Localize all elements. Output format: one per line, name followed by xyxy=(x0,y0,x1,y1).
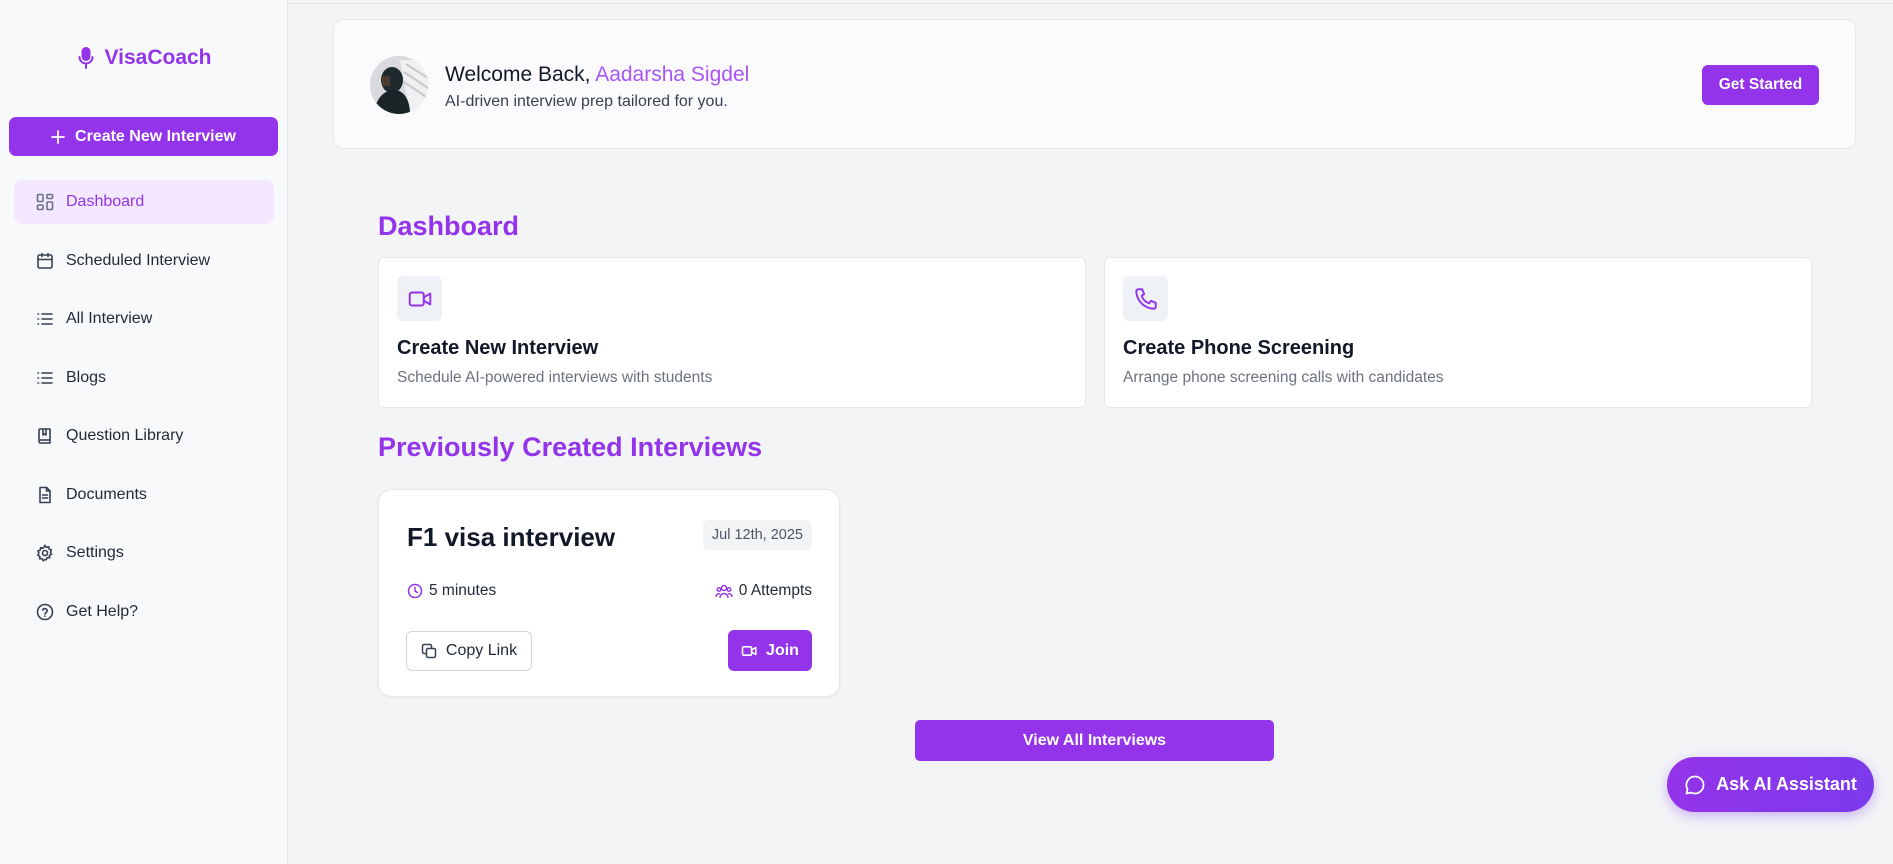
assistant-label: Ask AI Assistant xyxy=(1716,774,1857,794)
sidebar-item-get-help[interactable]: Get Help? xyxy=(14,590,274,634)
sidebar-item-label: Settings xyxy=(66,544,124,561)
book-icon xyxy=(36,427,54,445)
create-phone-screening-card[interactable]: Create Phone Screening Arrange phone scr… xyxy=(1104,257,1812,408)
list-icon xyxy=(36,369,54,387)
sidebar-item-label: Question Library xyxy=(66,427,184,444)
sidebar-item-label: Scheduled Interview xyxy=(66,251,211,269)
interview-title: F1 visa interview xyxy=(407,522,616,552)
create-new-interview-card[interactable]: Create New Interview Schedule AI-powered… xyxy=(378,257,1086,408)
phone-icon xyxy=(1123,276,1168,321)
help-icon xyxy=(36,603,54,621)
interview-attempts: 0 Attempts xyxy=(715,582,812,600)
sidebar-item-settings[interactable]: Settings xyxy=(14,531,274,575)
join-button[interactable]: Join xyxy=(728,630,812,671)
sidebar-item-label: Blogs xyxy=(66,368,107,386)
avatar[interactable] xyxy=(370,56,428,114)
card-title: Create Phone Screening xyxy=(1123,337,1355,359)
sidebar-nav: Dashboard Scheduled Interview All Interv… xyxy=(14,180,274,648)
interview-duration: 5 minutes xyxy=(407,582,496,600)
card-subtitle: Schedule AI-powered interviews with stud… xyxy=(397,369,713,386)
create-new-interview-button[interactable]: Create New Interview xyxy=(9,117,278,156)
previous-interviews-heading: Previously Created Interviews xyxy=(378,432,763,462)
duration-label: 5 minutes xyxy=(429,582,497,599)
welcome-greeting: Welcome Back, xyxy=(445,63,591,86)
video-icon xyxy=(741,644,758,658)
dashboard-heading: Dashboard xyxy=(378,211,520,241)
copy-link-button[interactable]: Copy Link xyxy=(406,631,532,671)
user-name: Aadarsha Sigdel xyxy=(595,63,750,86)
clock-icon xyxy=(407,583,423,599)
card-title: Create New Interview xyxy=(397,337,599,359)
dashboard-icon xyxy=(36,193,54,211)
calendar-icon xyxy=(36,252,54,270)
welcome-subtitle: AI-driven interview prep tailored for yo… xyxy=(445,93,728,110)
interview-date-badge: Jul 12th, 2025 xyxy=(702,520,812,550)
logo-text: VisaCoach xyxy=(104,46,212,69)
get-started-button[interactable]: Get Started xyxy=(1702,65,1819,105)
sidebar-item-dashboard[interactable]: Dashboard xyxy=(14,180,274,224)
sidebar-item-documents[interactable]: Documents xyxy=(14,473,274,517)
view-all-interviews-button[interactable]: View All Interviews xyxy=(915,720,1274,761)
copy-link-label: Copy Link xyxy=(445,642,518,659)
attempts-label: 0 Attempts xyxy=(738,582,812,599)
microphone-icon xyxy=(77,46,95,70)
users-icon xyxy=(715,583,733,599)
create-new-interview-label: Create New Interview xyxy=(75,127,236,145)
card-subtitle: Arrange phone screening calls with candi… xyxy=(1123,369,1444,386)
ask-ai-assistant-button[interactable]: Ask AI Assistant xyxy=(1667,757,1874,812)
list-icon xyxy=(36,310,54,328)
sidebar: VisaCoach Create New Interview Dashboard… xyxy=(0,0,288,864)
gear-icon xyxy=(36,544,54,562)
sidebar-item-all-interview[interactable]: All Interview xyxy=(14,297,274,341)
chat-bubble-icon xyxy=(1684,774,1706,796)
sidebar-item-label: Documents xyxy=(66,485,147,503)
copy-icon xyxy=(421,643,437,659)
welcome-card: Welcome Back, Aadarsha Sigdel AI-driven … xyxy=(333,19,1856,149)
welcome-title: Welcome Back, Aadarsha Sigdel xyxy=(445,63,749,87)
sidebar-item-label: Dashboard xyxy=(66,193,145,210)
app-logo[interactable]: VisaCoach xyxy=(0,46,288,70)
sidebar-item-question-library[interactable]: Question Library xyxy=(14,414,274,458)
sidebar-item-blogs[interactable]: Blogs xyxy=(14,356,274,400)
video-icon xyxy=(397,276,442,321)
plus-icon xyxy=(51,129,65,144)
sidebar-item-scheduled-interview[interactable]: Scheduled Interview xyxy=(14,239,274,283)
sidebar-item-label: Get Help? xyxy=(66,602,139,620)
top-divider xyxy=(288,3,1893,4)
join-label: Join xyxy=(766,641,799,659)
document-icon xyxy=(36,486,54,504)
sidebar-item-label: All Interview xyxy=(66,310,153,327)
interview-card: F1 visa interview Jul 12th, 2025 5 minut… xyxy=(378,489,840,697)
